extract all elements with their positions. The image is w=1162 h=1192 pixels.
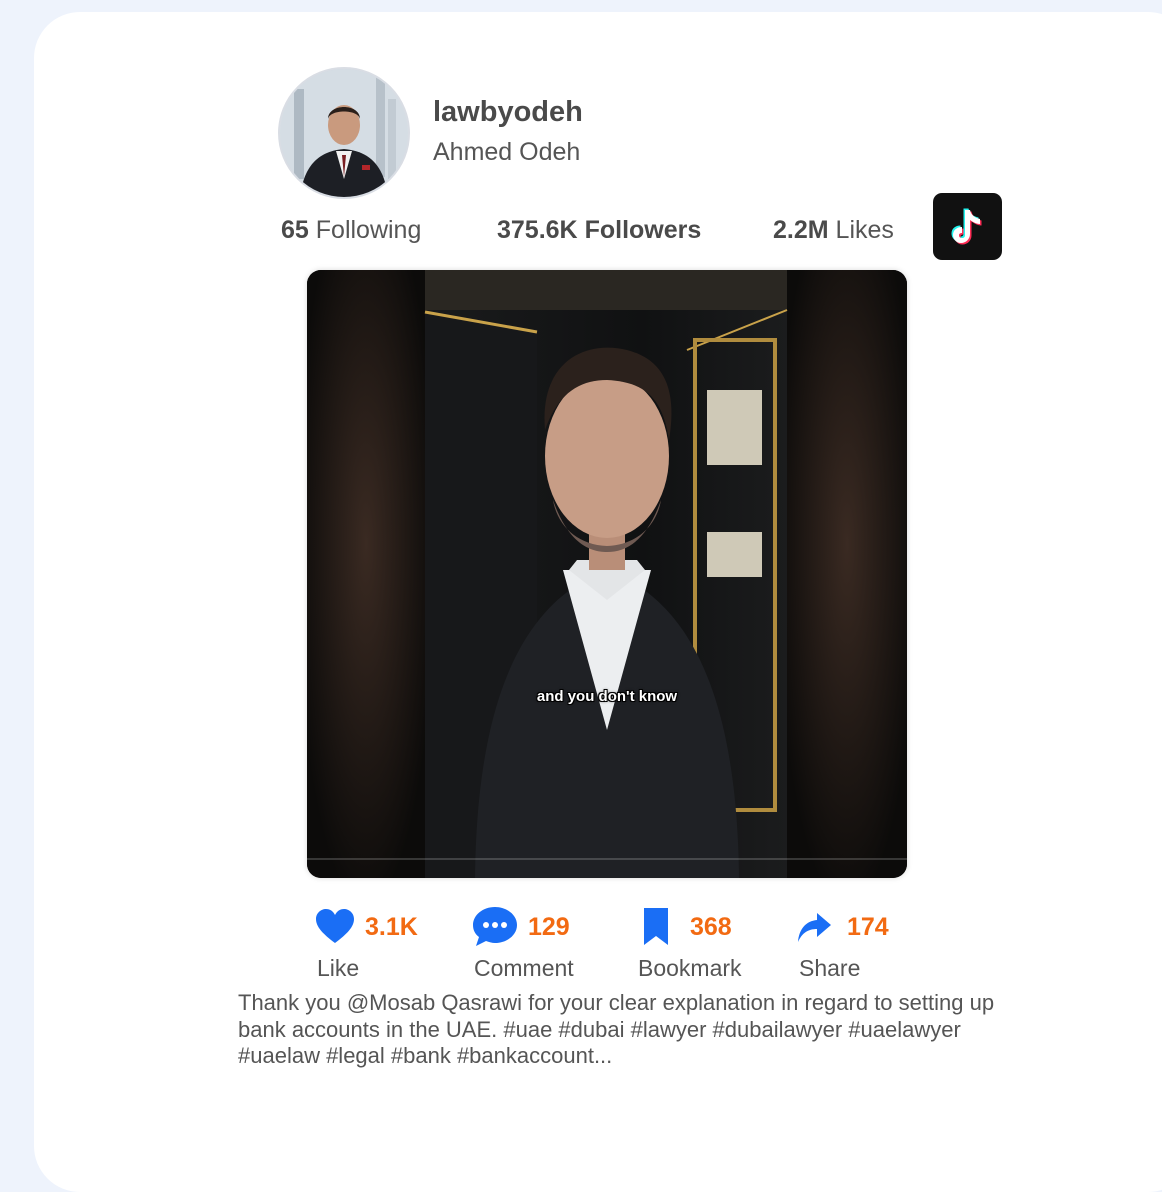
bookmark-icon: [644, 908, 668, 945]
share-label: Share: [799, 955, 861, 981]
post-description: Thank you @Mosab Qasrawi for your clear …: [238, 990, 995, 1068]
tiktok-logo-icon[interactable]: [933, 193, 1002, 260]
share-arrow-icon: [798, 913, 831, 942]
likes-stat[interactable]: 2.2M Likes: [773, 216, 894, 245]
bookmark-label: Bookmark: [638, 955, 742, 981]
video-frame: [307, 270, 907, 878]
bookmark-count: 368: [690, 913, 732, 941]
share-count: 174: [847, 913, 889, 941]
video-player[interactable]: and you don't know: [307, 270, 907, 878]
followers-stat[interactable]: 375.6K Followers: [497, 216, 701, 245]
username[interactable]: lawbyodeh: [433, 96, 583, 129]
avatar-photo: [280, 69, 408, 197]
display-name: Ahmed Odeh: [433, 138, 581, 166]
followers-count: 375.6K: [497, 216, 578, 244]
avatar[interactable]: [278, 67, 410, 199]
chat-bubble-icon: [473, 907, 517, 946]
likes-count: 2.2M: [773, 216, 829, 244]
following-label: Following: [315, 216, 422, 244]
like-count: 3.1K: [365, 913, 418, 941]
video-progress-bar[interactable]: [307, 858, 907, 860]
heart-icon: [316, 909, 354, 943]
likes-label: Likes: [835, 216, 894, 244]
like-label: Like: [317, 955, 360, 981]
following-stat[interactable]: 65 Following: [281, 216, 421, 245]
comment-count: 129: [528, 913, 570, 941]
following-count: 65: [281, 216, 309, 244]
tiktok-note-icon: [951, 208, 982, 245]
followers-label: Followers: [584, 216, 702, 244]
video-subtitle: and you don't know: [536, 688, 678, 705]
comment-label: Comment: [474, 955, 574, 981]
